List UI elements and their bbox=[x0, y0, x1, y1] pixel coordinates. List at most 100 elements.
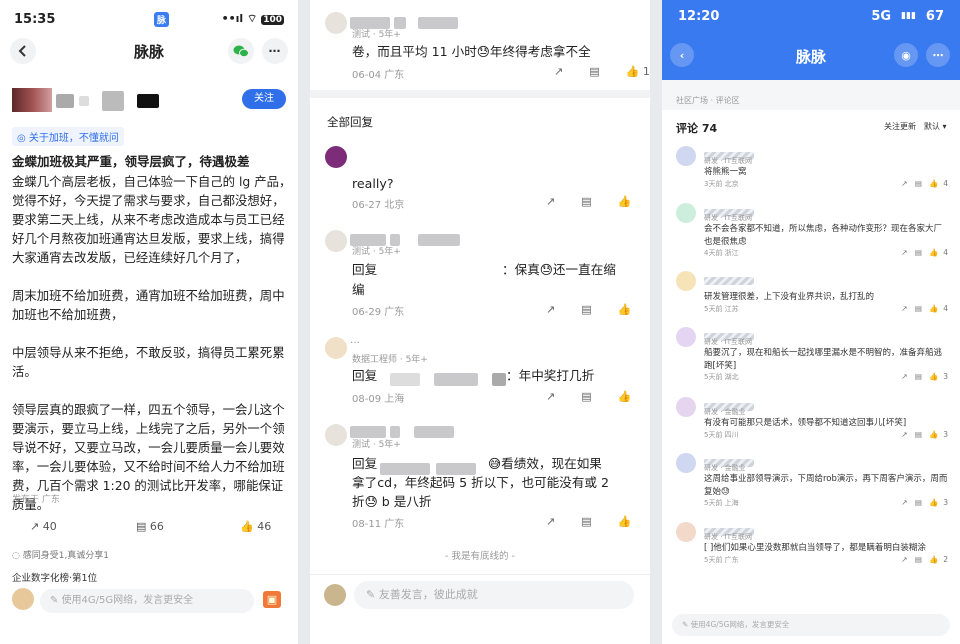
like-icon[interactable]: 👍 bbox=[929, 248, 938, 257]
reply-actions: ↗ ▤ 👍 bbox=[520, 390, 631, 403]
user-avatar bbox=[12, 588, 34, 610]
comment-icon[interactable]: ▤ bbox=[915, 248, 922, 257]
like-action[interactable]: 👍 46 bbox=[240, 520, 271, 533]
reply-meta: 08-11 广东 bbox=[352, 519, 405, 530]
reply-avatar[interactable] bbox=[325, 12, 347, 34]
signal-icon: ▮▮▮ bbox=[901, 11, 916, 21]
divider bbox=[310, 90, 650, 98]
reply-text-prefix: 回复 bbox=[352, 368, 378, 383]
gift-icon[interactable]: ▣ bbox=[263, 591, 281, 608]
comment-icon[interactable]: ▤ bbox=[581, 195, 591, 208]
more-icon: ⋯ bbox=[932, 48, 944, 62]
more-button[interactable]: ⋯ bbox=[926, 43, 950, 67]
comment-sub: 研发 · 金融业 bbox=[704, 408, 746, 416]
chevron-left-icon bbox=[18, 45, 26, 57]
reply-text-cont: 拿了cd，年终起码 5 折以下，也可能没有或 2 bbox=[352, 475, 610, 490]
share-icon[interactable]: ↗ bbox=[546, 303, 555, 316]
nav-bar: 脉脉 ⋯ bbox=[0, 38, 298, 64]
battery-icon: 100 bbox=[261, 15, 284, 25]
share-icon[interactable]: ↗ bbox=[901, 430, 907, 439]
comment-icon[interactable]: ▤ bbox=[915, 372, 922, 381]
battery-label: 67 bbox=[925, 8, 944, 24]
topic-tag[interactable]: ◎ 关于加班，不懂就问 bbox=[12, 127, 124, 146]
comment-avatar[interactable] bbox=[676, 453, 696, 473]
reply-avatar[interactable] bbox=[325, 337, 347, 359]
share-icon[interactable]: ↗ bbox=[901, 372, 907, 381]
reply-input[interactable]: ✎ 友善发言，彼此成就 bbox=[354, 581, 634, 609]
sort-default[interactable]: 默认 ▾ bbox=[924, 121, 947, 132]
wechat-share-button[interactable]: ◉ bbox=[894, 43, 918, 67]
share-icon[interactable]: ↗ bbox=[901, 498, 907, 507]
sort-follow[interactable]: 关注更新 bbox=[884, 121, 916, 132]
pencil-icon: ✎ bbox=[682, 620, 691, 629]
follow-button[interactable]: 关注 bbox=[242, 89, 286, 109]
share-icon[interactable]: ↗ bbox=[546, 515, 555, 528]
comment-icon[interactable]: ▤ bbox=[581, 390, 591, 403]
reply-avatar[interactable] bbox=[325, 230, 347, 252]
like-icon[interactable]: 👍 bbox=[618, 303, 632, 316]
comment-icon[interactable]: ▤ bbox=[589, 65, 599, 78]
like-icon[interactable]: 👍 bbox=[929, 304, 938, 313]
comment-sub: 研发 · IT互联网 bbox=[704, 214, 753, 222]
share-icon[interactable]: ↗ bbox=[901, 179, 907, 188]
comment-time: 5天前 广东 bbox=[704, 556, 739, 564]
reply-avatar[interactable] bbox=[325, 424, 347, 446]
status-bar: 12:20 5G ▮▮▮ 67 bbox=[662, 0, 960, 32]
comment-avatar[interactable] bbox=[676, 146, 696, 166]
comment-author[interactable] bbox=[704, 270, 754, 289]
author-avatar[interactable] bbox=[12, 88, 52, 112]
share-action[interactable]: ↗ 40 bbox=[30, 520, 57, 533]
comment-input[interactable]: ✎ 使用4G/5G网络，发言更安全 bbox=[672, 614, 950, 636]
empathy-line[interactable]: ◌ 感同身受1,真诚分享1 bbox=[12, 548, 109, 561]
back-button[interactable]: ‹ bbox=[670, 43, 694, 67]
divider bbox=[310, 574, 650, 575]
comment-icon[interactable]: ▤ bbox=[915, 555, 922, 564]
comment-action[interactable]: ▤ 66 bbox=[136, 520, 164, 533]
reply-avatar[interactable] bbox=[325, 146, 347, 168]
wechat-share-button[interactable] bbox=[228, 38, 254, 64]
share-icon[interactable]: ↗ bbox=[554, 65, 563, 78]
share-icon[interactable]: ↗ bbox=[901, 304, 907, 313]
network-label: 5G bbox=[871, 8, 892, 24]
comment-icon[interactable]: ▤ bbox=[915, 430, 922, 439]
reply-text: ：保真😓还一直在缩 bbox=[502, 262, 616, 277]
comment-icon[interactable]: ▤ bbox=[581, 303, 591, 316]
reply-sub: 数据工程师 · 5年+ bbox=[352, 355, 428, 365]
comment-text: [ ]他们如果心里没数那就白当领导了，都是瞒着明白装糊涂 bbox=[704, 543, 926, 553]
comment-actions: ↗ ▤ 👍 2 bbox=[901, 555, 948, 564]
author-name[interactable] bbox=[56, 90, 160, 111]
reply-mention[interactable] bbox=[390, 369, 506, 388]
like-icon[interactable]: 👍 bbox=[929, 179, 938, 188]
comment-icon[interactable]: ▤ bbox=[915, 179, 922, 188]
comment-actions: ↗ ▤ 👍 4 bbox=[901, 248, 948, 257]
comment-avatar[interactable] bbox=[676, 397, 696, 417]
like-icon[interactable]: 👍 bbox=[618, 390, 632, 403]
status-icons: ••ıl ⌔ 100 bbox=[222, 12, 284, 26]
comment-avatar[interactable] bbox=[676, 203, 696, 223]
share-icon[interactable]: ↗ bbox=[546, 390, 555, 403]
share-icon[interactable]: ↗ bbox=[901, 248, 907, 257]
comment-icon[interactable]: ▤ bbox=[915, 498, 922, 507]
comment-avatar[interactable] bbox=[676, 327, 696, 347]
like-icon[interactable]: 👍 bbox=[929, 498, 938, 507]
like-icon[interactable]: 👍 bbox=[929, 555, 938, 564]
like-icon[interactable]: 👍 bbox=[929, 430, 938, 439]
like-icon[interactable]: 👍 bbox=[618, 195, 632, 208]
back-button[interactable] bbox=[10, 38, 36, 64]
comment-text: 将熊熊一窝 bbox=[704, 167, 747, 177]
share-icon[interactable]: ↗ bbox=[546, 195, 555, 208]
rank-line[interactable]: 企业数字化榜·第1位 bbox=[12, 570, 97, 584]
like-icon[interactable]: 👍 bbox=[618, 515, 632, 528]
comment-avatar[interactable] bbox=[676, 271, 696, 291]
comment-input[interactable]: ✎ 使用4G/5G网络，发言更安全 bbox=[40, 589, 254, 613]
comment-icon[interactable]: ▤ bbox=[915, 304, 922, 313]
comment-icon[interactable]: ▤ bbox=[581, 515, 591, 528]
comment-time: 5天前 四川 bbox=[704, 431, 739, 439]
more-button[interactable]: ⋯ bbox=[262, 38, 288, 64]
share-icon[interactable]: ↗ bbox=[901, 555, 907, 564]
comment-avatar[interactable] bbox=[676, 522, 696, 542]
reply-author[interactable]: … bbox=[350, 335, 360, 346]
like-count: 3 bbox=[943, 372, 948, 381]
like-icon[interactable]: 👍 1 bbox=[626, 65, 650, 78]
like-icon[interactable]: 👍 bbox=[929, 372, 938, 381]
